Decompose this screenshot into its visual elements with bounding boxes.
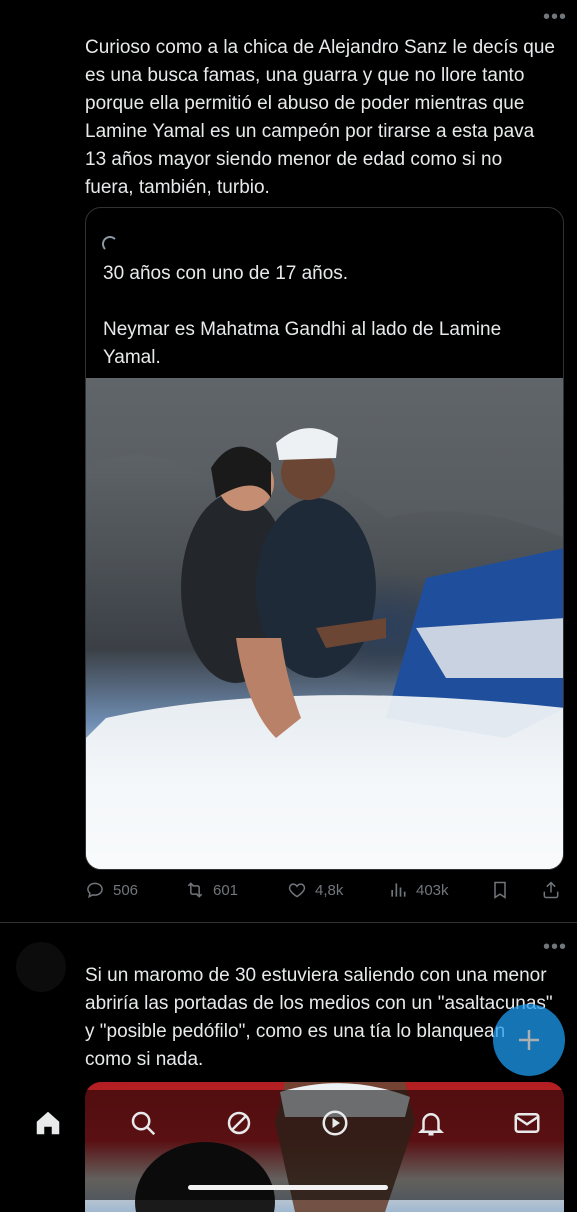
reply-icon: [87, 882, 103, 899]
heart-icon: [288, 883, 306, 898]
grok-icon: [227, 1111, 251, 1135]
compose-button[interactable]: [493, 1004, 565, 1076]
media-icon: [322, 1110, 348, 1136]
reply-button[interactable]: 506: [85, 880, 138, 900]
tab-grok[interactable]: [224, 1108, 254, 1138]
views-button[interactable]: 403k: [388, 880, 449, 900]
tab-home[interactable]: [33, 1108, 63, 1138]
views-count: 403k: [416, 881, 449, 899]
notifications-icon: [417, 1112, 445, 1136]
messages-icon: [514, 1113, 540, 1133]
home-icon: [36, 1111, 60, 1135]
more-options-icon[interactable]: •••: [543, 937, 567, 957]
share-button[interactable]: [541, 880, 561, 900]
views-icon: [391, 883, 406, 897]
loading-spinner-icon: [102, 236, 118, 252]
quoted-tweet-image[interactable]: [86, 378, 563, 869]
home-indicator[interactable]: [188, 1185, 388, 1190]
search-icon: [131, 1111, 156, 1136]
tweet-text: Curioso como a la chica de Alejandro San…: [85, 37, 561, 198]
tab-media[interactable]: [320, 1108, 350, 1138]
like-button[interactable]: 4,8k: [287, 880, 343, 900]
repost-count: 601: [213, 881, 239, 899]
tab-messages[interactable]: [512, 1108, 542, 1138]
quoted-tweet[interactable]: 30 años con uno de 17 años. Neymar es Ma…: [85, 207, 564, 870]
tweet-divider: [0, 922, 577, 923]
tweet-text: Si un maromo de 30 estuviera saliendo co…: [85, 965, 553, 1070]
tab-notifications[interactable]: [416, 1108, 446, 1138]
bookmark-button[interactable]: [490, 880, 510, 900]
more-options-icon[interactable]: •••: [543, 7, 567, 27]
repost-button[interactable]: 601: [185, 880, 238, 900]
jet-ski-photo: [86, 378, 563, 869]
reply-count: 506: [113, 881, 139, 899]
bookmark-icon: [494, 881, 506, 899]
share-icon: [543, 881, 559, 899]
plus-icon: [519, 1030, 539, 1050]
repost-icon: [187, 882, 203, 898]
quoted-tweet-text: 30 años con uno de 17 años. Neymar es Ma…: [103, 263, 502, 368]
tab-search[interactable]: [128, 1108, 158, 1138]
bottom-tab-bar: [0, 1090, 577, 1200]
like-count: 4,8k: [315, 881, 344, 899]
avatar[interactable]: [16, 942, 66, 992]
tweet-actions: 506 601 4,8k 403k: [85, 880, 565, 908]
